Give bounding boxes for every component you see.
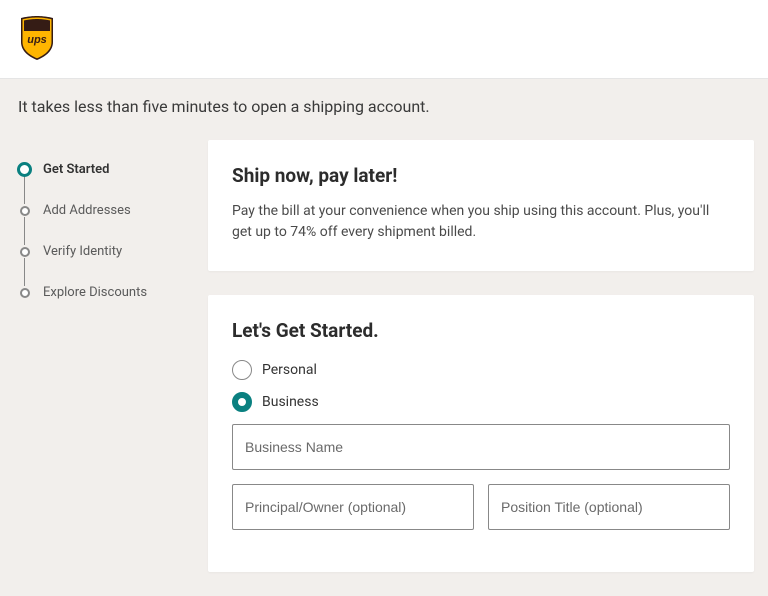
radio-business[interactable]: Business [232, 392, 730, 412]
step-indicator-icon [17, 162, 32, 177]
business-name-input[interactable] [232, 424, 730, 470]
header: ups [0, 0, 768, 79]
step-indicator-icon [20, 206, 30, 216]
step-label: Get Started [43, 162, 109, 177]
promo-card: Ship now, pay later! Pay the bill at you… [208, 140, 754, 271]
ups-logo-icon: ups [18, 16, 56, 60]
step-get-started: Get Started [18, 162, 190, 203]
svg-text:ups: ups [27, 34, 47, 46]
radio-label: Personal [262, 362, 317, 378]
business-fields [232, 424, 730, 530]
principal-owner-input[interactable] [232, 484, 474, 530]
step-verify-identity: Verify Identity [18, 244, 190, 285]
progress-stepper: Get Started Add Addresses Verify Identit… [18, 140, 190, 596]
position-title-input[interactable] [488, 484, 730, 530]
step-indicator-icon [20, 247, 30, 257]
form-card: Let's Get Started. Personal Business [208, 295, 754, 572]
step-add-addresses: Add Addresses [18, 203, 190, 244]
account-type-radio-group: Personal Business [232, 360, 730, 412]
promo-title: Ship now, pay later! [232, 164, 730, 187]
radio-personal[interactable]: Personal [232, 360, 730, 380]
step-connector [24, 258, 25, 286]
main-panel: Ship now, pay later! Pay the bill at you… [208, 140, 754, 596]
content: Get Started Add Addresses Verify Identit… [0, 122, 768, 596]
step-label: Explore Discounts [43, 285, 147, 300]
step-label: Add Addresses [43, 203, 131, 218]
radio-label: Business [262, 394, 319, 410]
step-explore-discounts: Explore Discounts [18, 285, 190, 300]
form-title: Let's Get Started. [232, 319, 730, 342]
step-connector [24, 217, 25, 245]
step-label: Verify Identity [43, 244, 122, 259]
page-subtitle: It takes less than five minutes to open … [0, 79, 768, 122]
input-row [232, 484, 730, 530]
radio-button-icon [232, 392, 252, 412]
radio-button-icon [232, 360, 252, 380]
promo-body: Pay the bill at your convenience when yo… [232, 201, 730, 243]
step-indicator-icon [20, 288, 30, 298]
step-connector [24, 176, 25, 204]
